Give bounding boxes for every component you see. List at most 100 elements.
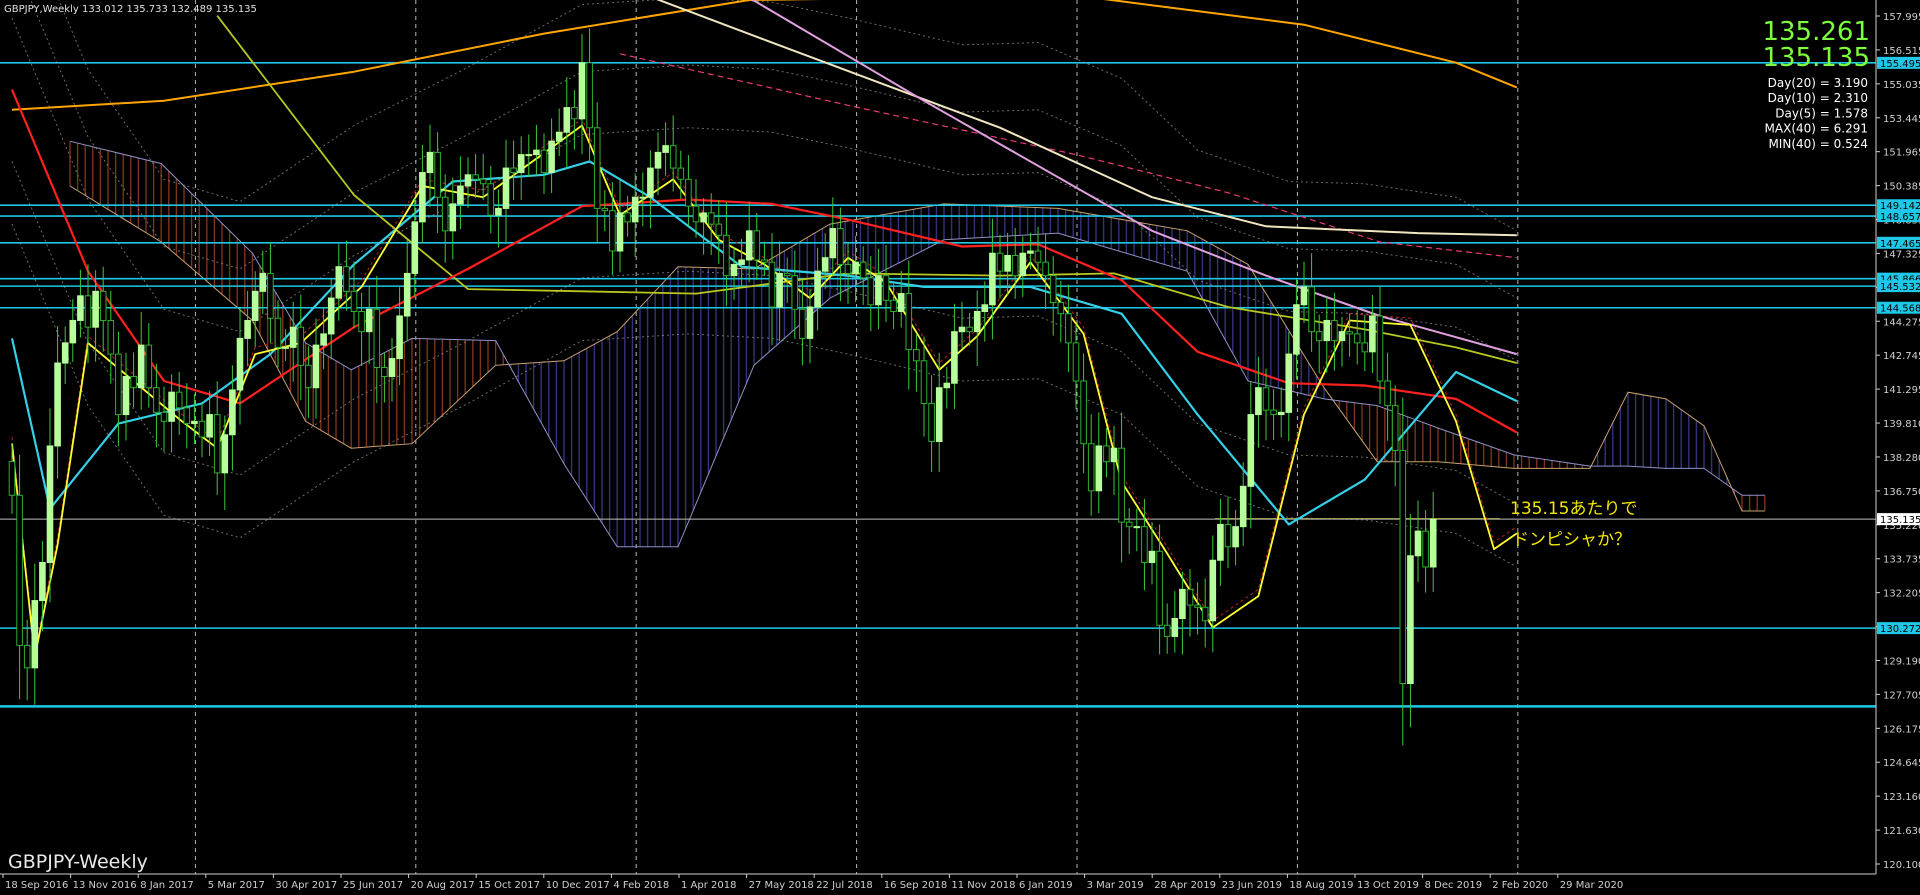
candle-body (1429, 518, 1437, 568)
ma-long-line (11, 0, 1518, 111)
candle (951, 303, 958, 409)
candle (1300, 261, 1308, 324)
chart-header: GBPJPY,Weekly 133.012 135.733 132.489 13… (4, 4, 257, 15)
candle (1133, 508, 1141, 552)
candle (1391, 385, 1399, 487)
candle (1042, 233, 1049, 310)
candle-body (92, 290, 99, 328)
chart-root: 157.995 156.515 155.035 153.445 151.965 150.3… (0, 0, 1920, 891)
candle (1262, 368, 1270, 441)
candle-body (137, 344, 145, 389)
candle (525, 134, 533, 178)
candle-body (145, 344, 153, 389)
candle (761, 241, 768, 276)
candle (943, 366, 951, 409)
candle (852, 235, 859, 302)
candle-body (198, 420, 206, 438)
candle-body (160, 411, 168, 422)
candle-body (1308, 286, 1315, 333)
y-tick-label: 120.100 (1883, 860, 1920, 871)
chart-watermark: GBPJPY-Weekly (8, 851, 148, 873)
candle-body (130, 375, 137, 389)
candle-body (844, 263, 852, 274)
candle-body (31, 600, 39, 669)
candle-body (761, 259, 768, 263)
candle (115, 331, 122, 447)
candle-body (1270, 409, 1277, 416)
candle (616, 180, 624, 273)
candle-body (654, 151, 662, 169)
x-tick-label: 16 Sep 2018 (884, 880, 947, 891)
candle-body (77, 295, 84, 321)
candle-body (8, 461, 16, 496)
candle (99, 266, 107, 352)
candle-body (540, 149, 548, 174)
candle (715, 200, 723, 264)
candle (373, 275, 381, 404)
candle-body (487, 183, 495, 216)
candle (1308, 253, 1315, 352)
y-tick-label: 136.750 (1883, 487, 1920, 498)
candle-body (289, 326, 297, 348)
candle (1429, 491, 1437, 593)
candle (844, 242, 852, 304)
candle (1407, 514, 1414, 728)
candle-body (84, 295, 92, 328)
y-tick-label: 157.995 (1883, 12, 1920, 23)
ask-price: 135.135 (1762, 43, 1870, 73)
candle-body (1407, 555, 1414, 685)
time-axis: 18 Sep 2016 13 Nov 2016 8 Jan 2017 5 Mar 20… (0, 873, 1876, 891)
candle-body (312, 344, 320, 389)
candle (1072, 323, 1080, 410)
moving-averages (10, 0, 1518, 658)
x-tick-label: 5 Mar 2017 (208, 880, 265, 891)
candle (175, 371, 183, 435)
candle (1087, 414, 1095, 516)
x-tick-label: 18 Sep 2016 (5, 880, 68, 891)
y-tick-label: 150.385 (1883, 182, 1920, 193)
candle (1293, 279, 1300, 380)
stat-line: MIN(40) = 0.524 (1768, 137, 1868, 151)
candle (586, 28, 593, 163)
candle (928, 375, 935, 472)
candle-body (776, 272, 783, 308)
candle-body (882, 275, 890, 301)
candle (1095, 412, 1103, 514)
candle-body (1414, 530, 1422, 557)
candle (1422, 510, 1429, 593)
x-tick-label: 4 Feb 2018 (613, 880, 669, 891)
candle (533, 124, 540, 176)
y-tick-label: 129.190 (1883, 656, 1920, 667)
candle-body (935, 387, 943, 442)
candle-body (571, 107, 578, 120)
candle (381, 352, 388, 403)
candle (685, 155, 692, 226)
candle-body (16, 494, 23, 646)
candle-body (1376, 315, 1384, 382)
candle (555, 108, 563, 156)
candle-body (1422, 530, 1429, 568)
candle (168, 374, 175, 453)
candle (517, 136, 525, 200)
candle (935, 352, 943, 472)
candle-body (320, 333, 327, 346)
candle-body (951, 331, 958, 384)
candle (913, 334, 920, 392)
candle (776, 241, 783, 342)
candle-body (403, 272, 411, 317)
candle-body (381, 367, 388, 377)
candle (1414, 500, 1422, 582)
hline-price-label: 130.272 (1880, 624, 1920, 635)
price-chart[interactable]: 157.995 156.515 155.035 153.445 151.965 150.3… (0, 0, 1920, 891)
candle-body (221, 434, 229, 474)
envelope-band (11, 17, 1518, 362)
y-tick-label: 156.515 (1883, 46, 1920, 57)
candle-body (373, 308, 381, 369)
candle-body (396, 315, 403, 360)
candle-body (115, 353, 122, 416)
candle-body (814, 270, 821, 308)
candle (1141, 498, 1148, 591)
candle (791, 250, 799, 339)
candle-body (153, 387, 160, 413)
candle (1125, 508, 1133, 555)
